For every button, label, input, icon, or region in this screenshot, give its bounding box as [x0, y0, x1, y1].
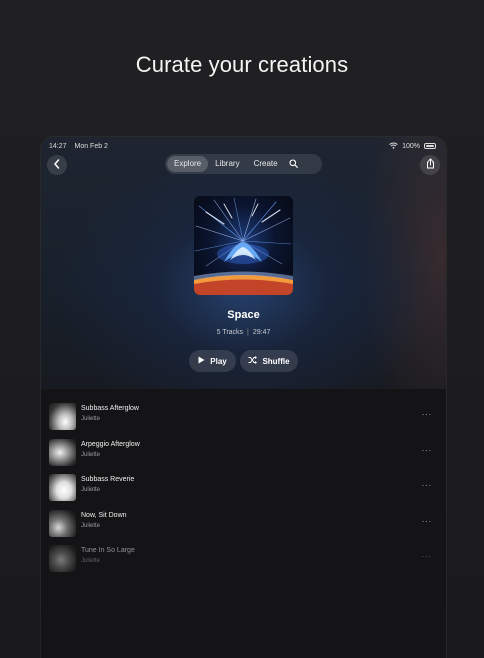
track-artist: Juliette [81, 416, 101, 422]
more-icon[interactable]: ··· [422, 409, 433, 419]
track-artist: Juliette [81, 487, 101, 493]
track-artwork [49, 509, 76, 537]
album-hero: 14:27 Mon Feb 2 100% Explore Library Cre… [41, 137, 446, 389]
search-button[interactable] [286, 156, 302, 172]
album-meta: 5 Tracks | 29:47 [41, 329, 446, 336]
album-duration: 29:47 [252, 329, 271, 336]
share-button[interactable] [420, 155, 440, 175]
album-title: Space [227, 309, 260, 321]
more-icon[interactable]: ··· [422, 480, 433, 490]
tab-library[interactable]: Library [208, 156, 246, 172]
track-row[interactable]: Now, Sit Down Juliette ··· [41, 506, 446, 542]
track-row[interactable]: Arpeggio Afterglow Juliette ··· [41, 435, 446, 471]
track-artwork [49, 438, 76, 466]
track-artist: Juliette [81, 522, 101, 529]
battery-percent: 100% [402, 142, 420, 150]
album-cover-art[interactable] [194, 196, 293, 295]
track-artist: Juliette [81, 451, 101, 458]
top-segmented-nav: Explore Library Create [165, 154, 322, 174]
play-icon [198, 356, 205, 366]
more-icon[interactable]: ··· [422, 516, 433, 526]
track-row[interactable]: Subbass Reverie Juliette ··· [41, 470, 446, 506]
track-artwork [49, 545, 76, 573]
track-list: Subbass Afterglow Juliette ··· Arpeggio … [41, 399, 446, 577]
track-row[interactable]: Tune In So Large Juliette ··· [41, 541, 446, 577]
ipad-frame: 14:27 Mon Feb 2 100% Explore Library Cre… [41, 137, 446, 658]
track-title: Now, Sit Down [81, 511, 127, 519]
track-title: Subbass Reverie [81, 476, 135, 483]
wifi-icon [389, 142, 398, 151]
status-date: Mon Feb 2 [74, 142, 108, 150]
track-row[interactable]: Subbass Afterglow Juliette ··· [41, 399, 446, 435]
track-count: 5 Tracks [216, 329, 244, 336]
more-icon[interactable]: ··· [422, 551, 433, 561]
more-icon[interactable]: ··· [422, 445, 433, 455]
tab-create[interactable]: Create [247, 156, 285, 172]
track-artist: Juliette [81, 558, 101, 564]
track-title: Tune In So Large [81, 547, 135, 554]
track-title: Arpeggio Afterglow [81, 440, 140, 448]
meta-separator: | [247, 329, 249, 336]
share-icon [426, 156, 435, 174]
back-button[interactable] [47, 155, 67, 175]
shuffle-button[interactable]: Shuffle [240, 350, 298, 372]
tab-explore[interactable]: Explore [167, 156, 209, 172]
shuffle-label: Shuffle [262, 356, 290, 366]
promo-headline: Curate your creations [135, 52, 349, 77]
track-artwork [49, 403, 76, 431]
track-title: Subbass Afterglow [81, 405, 139, 412]
back-chevron-icon [53, 156, 61, 174]
play-button[interactable]: Play [189, 350, 236, 372]
search-icon [289, 155, 298, 173]
play-label: Play [210, 356, 227, 366]
promo-screen: Curate your creations 14:27 Mon Feb 2 10… [0, 0, 484, 658]
track-artwork [49, 474, 76, 502]
status-time: 14:27 [49, 142, 67, 150]
status-bar: 14:27 Mon Feb 2 100% [49, 141, 436, 151]
shuffle-icon [248, 356, 258, 366]
battery-icon [424, 143, 436, 149]
